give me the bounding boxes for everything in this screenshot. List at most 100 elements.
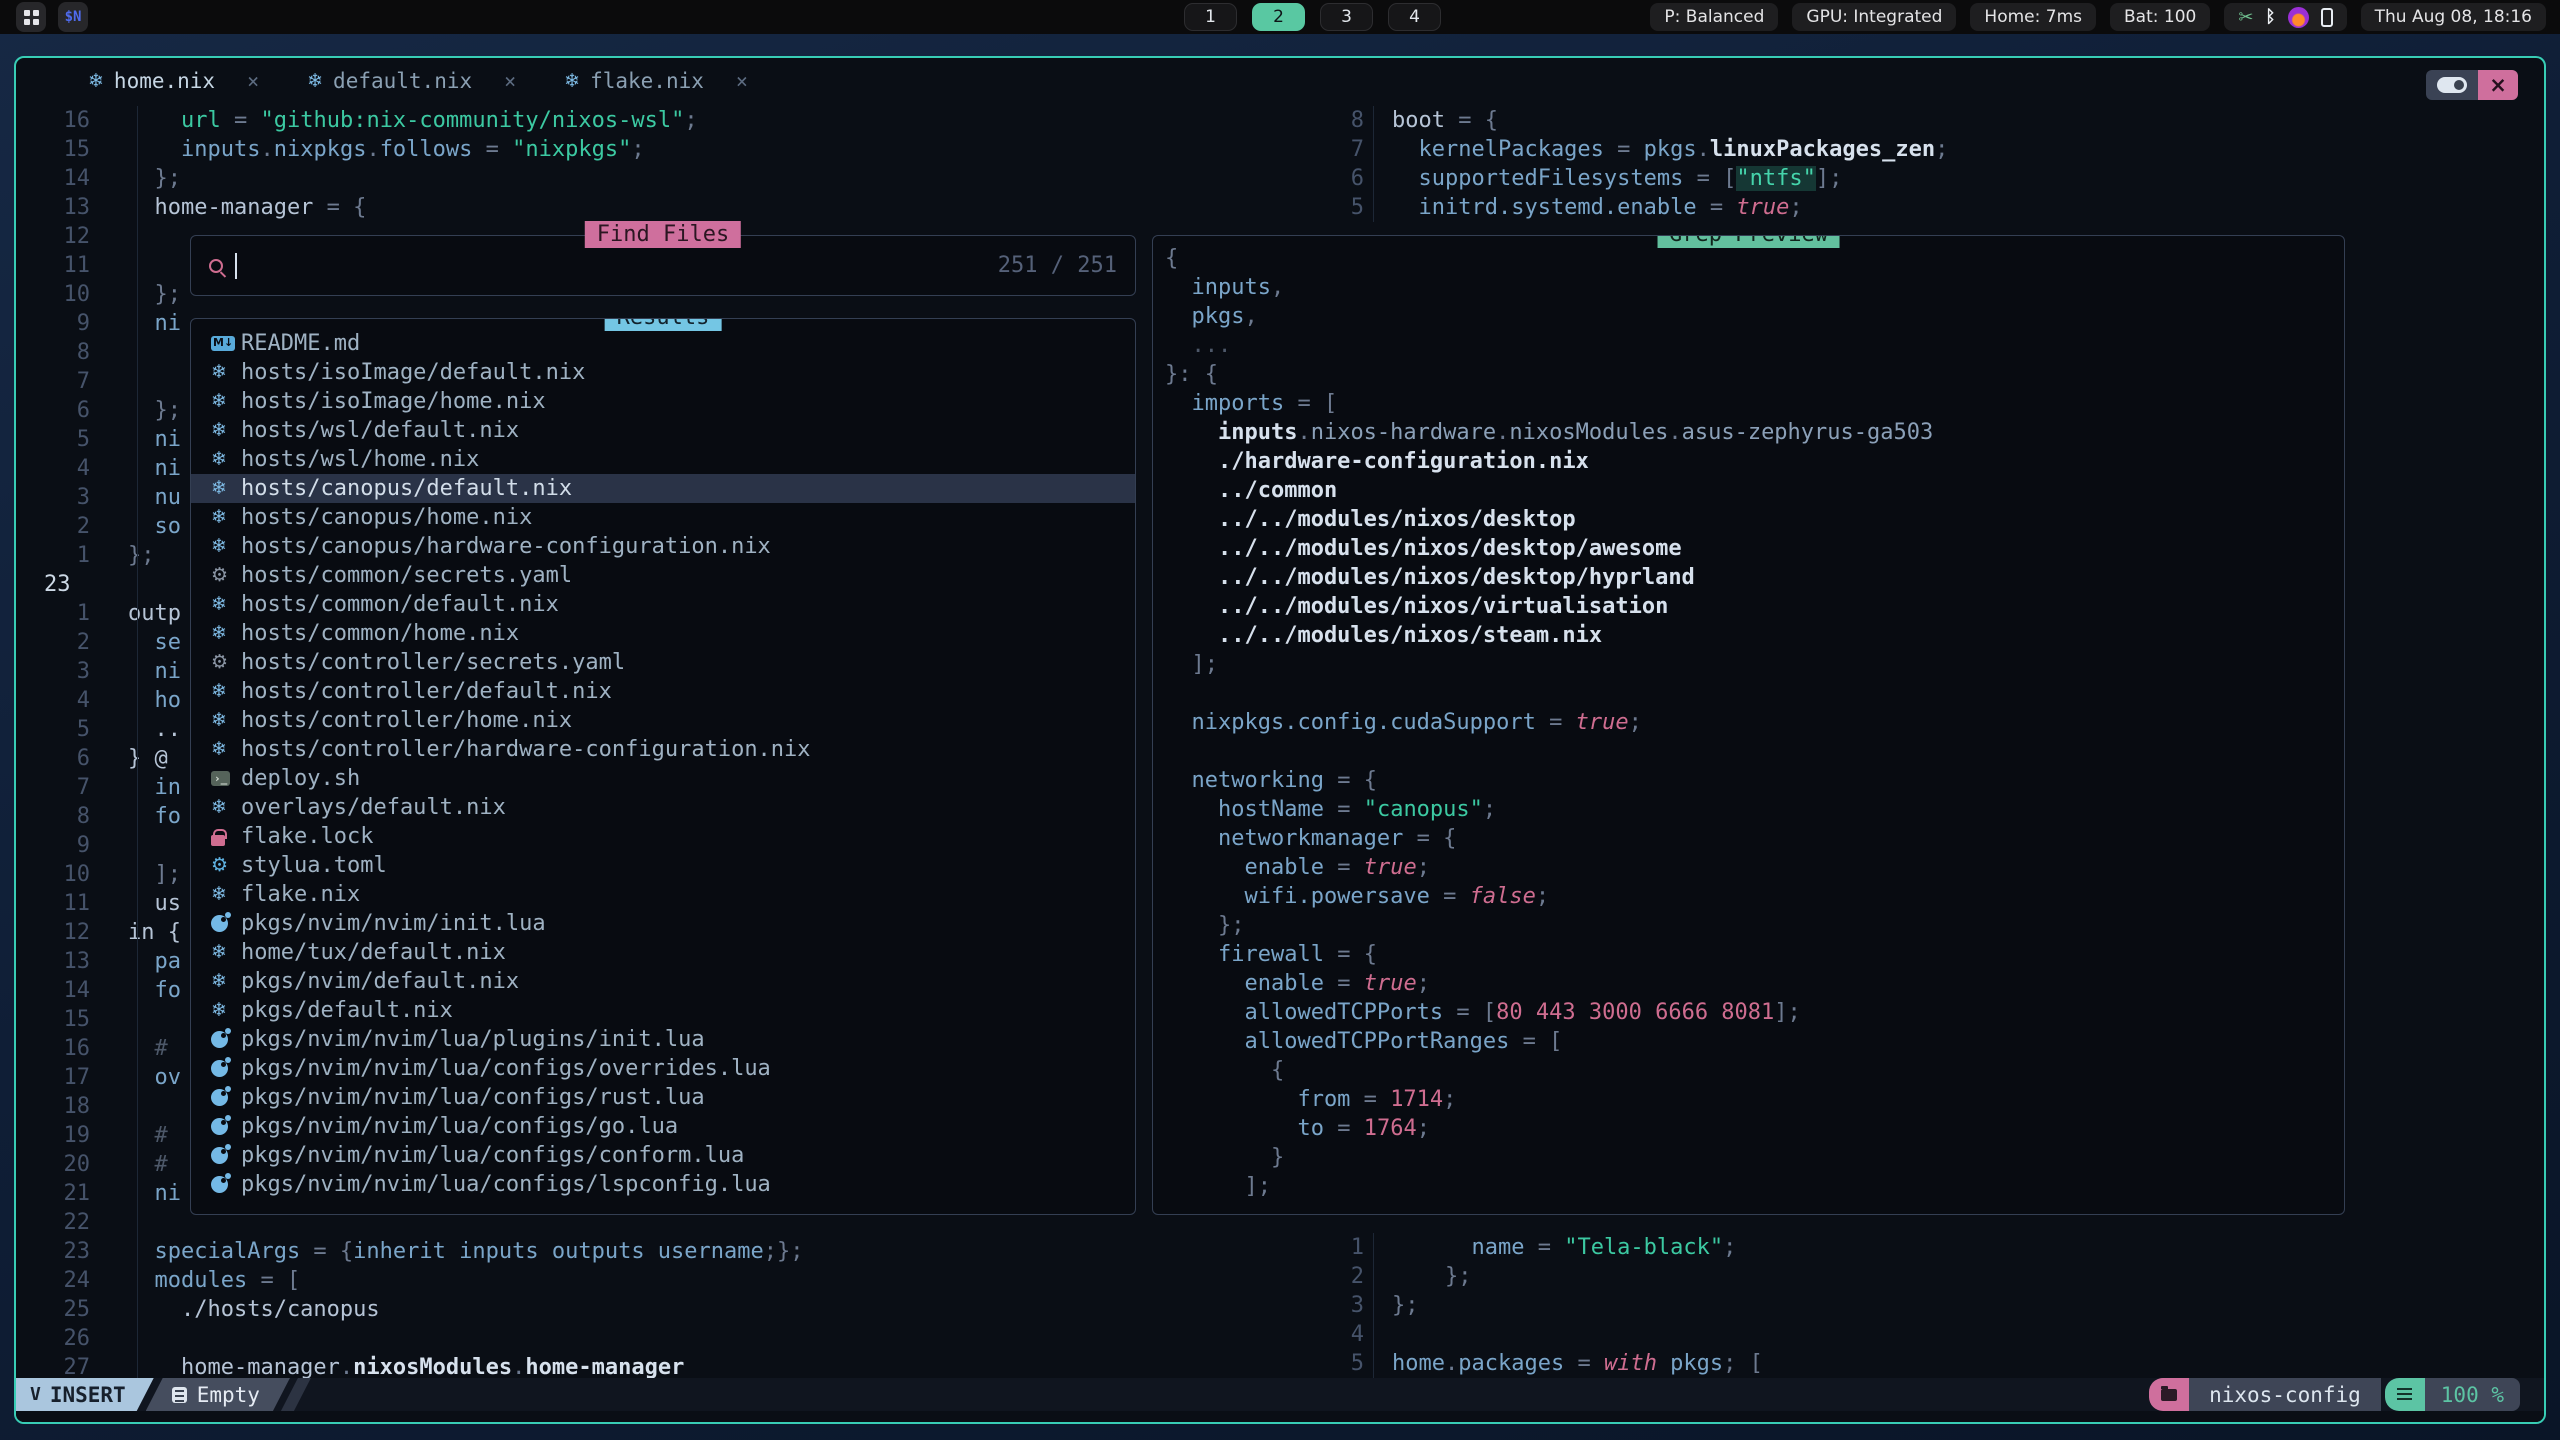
result-item[interactable]: ⚙hosts/common/secrets.yaml: [191, 561, 1135, 590]
lua-file-icon: [211, 915, 241, 932]
tab-close-icon[interactable]: ×: [736, 69, 748, 93]
taskbar-launchers: $N: [16, 2, 88, 32]
editor-area[interactable]: 16 url = "github:nix-community/nixos-wsl…: [16, 104, 2544, 1378]
result-item[interactable]: ❄hosts/wsl/default.nix: [191, 416, 1135, 445]
result-item[interactable]: pkgs/nvim/nvim/lua/configs/overrides.lua: [191, 1054, 1135, 1083]
tab-close-icon[interactable]: ×: [504, 69, 516, 93]
result-item[interactable]: ❄hosts/common/default.nix: [191, 590, 1135, 619]
editor-pane-right-top[interactable]: 8boot = {7 kernelPackages = pkgs.linuxPa…: [1304, 106, 1948, 222]
line-number: 22: [30, 1208, 90, 1237]
result-label: hosts/controller/hardware-configuration.…: [241, 737, 811, 762]
command-line[interactable]: [16, 1411, 2544, 1422]
gutter-divider: [1373, 106, 1374, 222]
tab-label: default.nix: [333, 69, 472, 93]
code-line: hostName = "canopus";: [1165, 795, 2344, 824]
toggle-button[interactable]: [2426, 70, 2478, 100]
result-item[interactable]: ❄overlays/default.nix: [191, 793, 1135, 822]
workspace-button-4[interactable]: 4: [1388, 3, 1441, 31]
statusline-right: nixos-config 100 %: [2149, 1378, 2520, 1411]
result-item[interactable]: flake.lock: [191, 822, 1135, 851]
result-item[interactable]: pkgs/nvim/nvim/lua/configs/go.lua: [191, 1112, 1135, 1141]
app-launcher-button[interactable]: [16, 2, 46, 32]
result-item[interactable]: ❄hosts/controller/default.nix: [191, 677, 1135, 706]
phone-icon[interactable]: [2321, 8, 2333, 27]
workspace-button-3[interactable]: 3: [1320, 3, 1373, 31]
result-item[interactable]: ❄hosts/isoImage/home.nix: [191, 387, 1135, 416]
editor-pane-right-bottom[interactable]: 1 name = "Tela-black";2 };3};45home.pack…: [1304, 1233, 1763, 1378]
tab-default.nix[interactable]: ❄default.nix×: [283, 58, 540, 104]
mode-segment: V INSERT: [16, 1378, 154, 1411]
line-number: 9: [30, 831, 90, 860]
terminal-launcher-button[interactable]: $N: [58, 2, 88, 32]
tab-home.nix[interactable]: ❄home.nix×: [64, 58, 283, 104]
window-close-button[interactable]: ×: [2478, 70, 2518, 100]
result-item[interactable]: ❄hosts/common/home.nix: [191, 619, 1135, 648]
line-number: 3: [30, 483, 90, 512]
result-item[interactable]: ❄pkgs/nvim/default.nix: [191, 967, 1135, 996]
line-number: 7: [30, 367, 90, 396]
folder-icon: [2161, 1389, 2177, 1401]
nix-file-icon: ❄: [211, 508, 241, 527]
file-segment: Empty: [146, 1378, 290, 1411]
result-item[interactable]: pkgs/nvim/nvim/lua/plugins/init.lua: [191, 1025, 1135, 1054]
line-number: 3: [1304, 1291, 1364, 1320]
result-item[interactable]: ❄hosts/controller/home.nix: [191, 706, 1135, 735]
window-controls: ×: [2426, 70, 2518, 100]
terminal-icon: $N: [65, 9, 82, 25]
status-segment: Bat: 100: [2110, 3, 2210, 31]
bluetooth-icon[interactable]: ᛒ: [2265, 7, 2275, 27]
result-item[interactable]: M↓README.md: [191, 329, 1135, 358]
find-files-popup: Find Files 251 / 251: [190, 235, 1136, 296]
code-line: nixpkgs.config.cudaSupport = true;: [1165, 708, 2344, 737]
result-item[interactable]: pkgs/nvim/nvim/lua/configs/conform.lua: [191, 1141, 1135, 1170]
result-item[interactable]: pkgs/nvim/nvim/lua/configs/lspconfig.lua: [191, 1170, 1135, 1199]
line-number: 20: [30, 1150, 90, 1179]
result-item[interactable]: ❄hosts/controller/hardware-configuration…: [191, 735, 1135, 764]
scissors-icon[interactable]: ✂: [2238, 7, 2253, 28]
yaml-file-icon: ⚙: [211, 566, 241, 585]
tab-label: home.nix: [114, 69, 215, 93]
tab-flake.nix[interactable]: ❄flake.nix×: [540, 58, 772, 104]
result-item[interactable]: ❄hosts/canopus/default.nix: [191, 474, 1135, 503]
tab-close-icon[interactable]: ×: [247, 69, 259, 93]
workspace-button-2[interactable]: 2: [1252, 3, 1305, 31]
workspace-button-1[interactable]: 1: [1184, 3, 1237, 31]
flame-icon[interactable]: [2288, 7, 2309, 28]
nix-file-icon: ❄: [211, 711, 241, 730]
file-label: Empty: [197, 1383, 260, 1407]
result-item[interactable]: ❄home/tux/default.nix: [191, 938, 1135, 967]
line-number: 16: [30, 106, 90, 135]
code-line: ../../modules/nixos/desktop: [1165, 505, 2344, 534]
code-line: wifi.powersave = false;: [1165, 882, 2344, 911]
code-line: 6 supportedFilesystems = ["ntfs"];: [1304, 164, 1948, 193]
result-item[interactable]: pkgs/nvim/nvim/init.lua: [191, 909, 1135, 938]
desktop: $N 1234 P: BalancedGPU: IntegratedHome: …: [0, 0, 2560, 1440]
result-item[interactable]: ⚙hosts/controller/secrets.yaml: [191, 648, 1135, 677]
code-line: 13 home-manager = {: [30, 193, 804, 222]
result-item[interactable]: pkgs/nvim/nvim/lua/configs/rust.lua: [191, 1083, 1135, 1112]
result-item[interactable]: ❄pkgs/default.nix: [191, 996, 1135, 1025]
result-item[interactable]: ❄hosts/wsl/home.nix: [191, 445, 1135, 474]
nix-file-icon: ❄: [211, 972, 241, 991]
result-label: pkgs/default.nix: [241, 998, 453, 1023]
result-label: pkgs/nvim/nvim/lua/configs/lspconfig.lua: [241, 1172, 771, 1197]
code-line: [1165, 737, 2344, 766]
code-line: 5 initrd.systemd.enable = true;: [1304, 193, 1948, 222]
code-line: ../common: [1165, 476, 2344, 505]
result-item[interactable]: ›_deploy.sh: [191, 764, 1135, 793]
code-line: [1165, 679, 2344, 708]
search-icon: [209, 259, 223, 273]
line-number: 18: [30, 1092, 90, 1121]
results-popup: Results M↓README.md❄hosts/isoImage/defau…: [190, 318, 1136, 1215]
result-item[interactable]: ❄hosts/isoImage/default.nix: [191, 358, 1135, 387]
result-item[interactable]: ⚙stylua.toml: [191, 851, 1135, 880]
code-line: 8boot = {: [1304, 106, 1948, 135]
result-item[interactable]: ❄flake.nix: [191, 880, 1135, 909]
result-item[interactable]: ❄hosts/canopus/hardware-configuration.ni…: [191, 532, 1135, 561]
clock: Thu Aug 08, 18:16: [2361, 3, 2546, 31]
result-item[interactable]: ❄hosts/canopus/home.nix: [191, 503, 1135, 532]
result-label: hosts/canopus/default.nix: [241, 476, 572, 501]
nix-icon: ❄: [564, 70, 580, 92]
yaml-file-icon: ⚙: [211, 653, 241, 672]
grep-preview-popup: Grep Preview { inputs, pkgs, ...}: { imp…: [1152, 235, 2345, 1215]
